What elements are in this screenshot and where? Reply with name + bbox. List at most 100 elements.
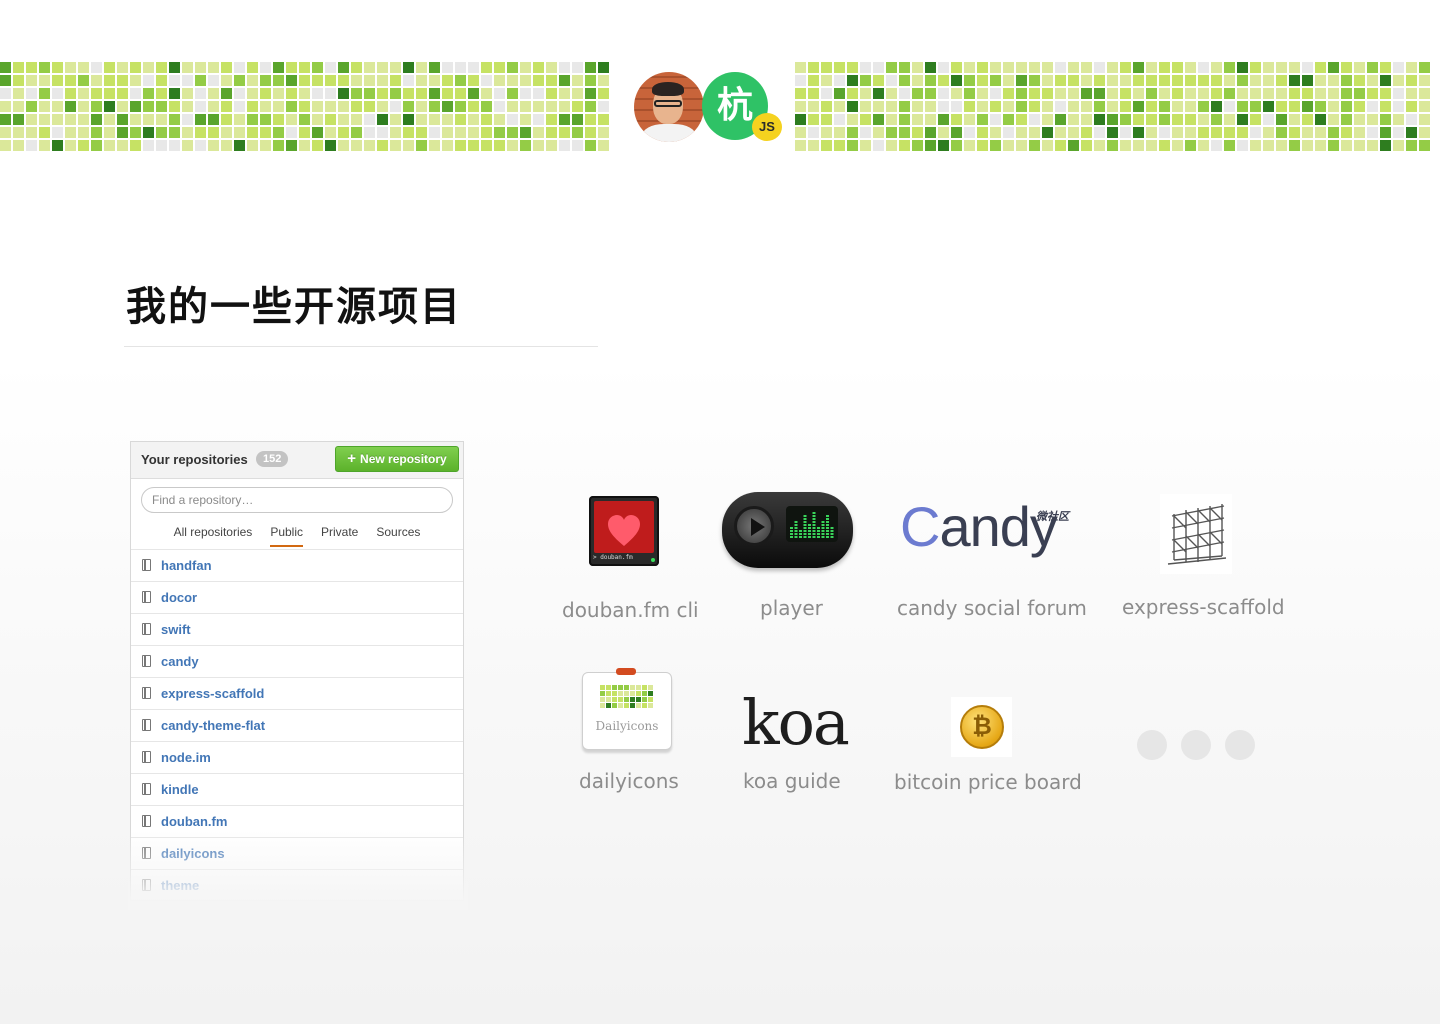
contribution-cell bbox=[208, 101, 219, 112]
equalizer-bar-segment bbox=[794, 530, 798, 532]
candy-logo-icon[interactable]: Candy 微社区 bbox=[900, 495, 1075, 570]
contribution-cell bbox=[1263, 88, 1274, 99]
contribution-cell bbox=[377, 62, 388, 73]
contribution-cell bbox=[273, 75, 284, 86]
contribution-cell bbox=[1406, 75, 1417, 86]
contribution-cell bbox=[286, 127, 297, 138]
project-label-bitcoin[interactable]: bitcoin price board bbox=[894, 770, 1082, 794]
douban-fm-cli-icon[interactable]: > douban.fm bbox=[589, 496, 659, 566]
more-dot-2[interactable] bbox=[1181, 730, 1211, 760]
contribution-cell bbox=[559, 114, 570, 125]
dailyicons-icon[interactable]: Dailyicons bbox=[582, 668, 672, 750]
repository-row[interactable]: docor bbox=[131, 581, 463, 613]
contribution-cell bbox=[1185, 75, 1196, 86]
contribution-cell bbox=[1328, 75, 1339, 86]
dailyicons-card: Dailyicons bbox=[582, 672, 672, 750]
contribution-cell bbox=[13, 140, 24, 151]
project-label-koa[interactable]: koa guide bbox=[743, 769, 841, 793]
repository-name-link[interactable]: swift bbox=[161, 622, 191, 637]
repository-name-link[interactable]: handfan bbox=[161, 558, 212, 573]
tab-private[interactable]: Private bbox=[312, 524, 367, 546]
contribution-cell bbox=[117, 88, 128, 99]
contribution-cell bbox=[1393, 75, 1404, 86]
dailyicons-cell bbox=[636, 703, 641, 708]
dailyicons-tab bbox=[616, 668, 636, 675]
contribution-cell bbox=[429, 88, 440, 99]
repository-row[interactable]: node.im bbox=[131, 741, 463, 773]
contribution-cell bbox=[964, 127, 975, 138]
contribution-cell bbox=[1068, 75, 1079, 86]
contribution-cell bbox=[65, 140, 76, 151]
equalizer-bar-segment bbox=[803, 527, 807, 529]
contribution-cell bbox=[260, 75, 271, 86]
repository-row[interactable]: express-scaffold bbox=[131, 677, 463, 709]
project-label-candy[interactable]: candy social forum bbox=[897, 596, 1087, 620]
contribution-cell bbox=[990, 62, 1001, 73]
dailyicons-cell bbox=[600, 685, 605, 690]
repository-row[interactable]: candy-theme-flat bbox=[131, 709, 463, 741]
dailyicons-cell bbox=[606, 691, 611, 696]
contribution-cell bbox=[533, 114, 544, 125]
contribution-cell bbox=[221, 140, 232, 151]
contribution-cell bbox=[351, 114, 362, 125]
more-dot-3[interactable] bbox=[1225, 730, 1255, 760]
contribution-cell bbox=[195, 62, 206, 73]
contribution-cell bbox=[951, 140, 962, 151]
contribution-cell bbox=[925, 101, 936, 112]
contribution-cell bbox=[351, 62, 362, 73]
contribution-cell bbox=[1107, 75, 1118, 86]
dailyicons-cell bbox=[648, 697, 653, 702]
player-icon[interactable] bbox=[722, 492, 853, 568]
contribution-cell bbox=[247, 127, 258, 138]
contribution-cell bbox=[1198, 114, 1209, 125]
contribution-cell bbox=[1289, 140, 1300, 151]
author-avatar-photo bbox=[634, 72, 704, 142]
project-label-dailyicons[interactable]: dailyicons bbox=[579, 769, 679, 793]
repository-name-link[interactable]: kindle bbox=[161, 782, 199, 797]
contribution-cell bbox=[312, 88, 323, 99]
contribution-cell bbox=[520, 140, 531, 151]
repository-row[interactable]: handfan bbox=[131, 549, 463, 581]
contribution-cell bbox=[1133, 114, 1144, 125]
repository-name-link[interactable]: node.im bbox=[161, 750, 211, 765]
contribution-cell bbox=[1276, 114, 1287, 125]
new-repository-button[interactable]: + New repository bbox=[335, 446, 459, 472]
contribution-cell bbox=[1159, 88, 1170, 99]
contribution-cell bbox=[533, 140, 544, 151]
equalizer-bar-segment bbox=[826, 530, 829, 532]
repository-name-link[interactable]: candy bbox=[161, 654, 199, 669]
repository-name-link[interactable]: candy-theme-flat bbox=[161, 718, 265, 733]
contribution-cell bbox=[1406, 62, 1417, 73]
tab-sources[interactable]: Sources bbox=[367, 524, 429, 546]
contribution-cell bbox=[156, 88, 167, 99]
contribution-cell bbox=[234, 75, 245, 86]
contribution-cell bbox=[390, 88, 401, 99]
contribution-cell bbox=[1029, 140, 1040, 151]
contribution-cell bbox=[873, 62, 884, 73]
tab-all-repositories[interactable]: All repositories bbox=[165, 524, 262, 546]
koa-logo-icon[interactable]: koa bbox=[742, 688, 850, 758]
equalizer-bar-segment bbox=[830, 536, 834, 538]
repository-row[interactable]: kindle bbox=[131, 773, 463, 805]
repository-name-link[interactable]: docor bbox=[161, 590, 197, 605]
repository-name-link[interactable]: express-scaffold bbox=[161, 686, 264, 701]
more-dot-1[interactable] bbox=[1137, 730, 1167, 760]
project-label-express-scaffold[interactable]: express-scaffold bbox=[1122, 595, 1285, 619]
tab-public[interactable]: Public bbox=[261, 524, 312, 547]
project-label-player[interactable]: player bbox=[760, 596, 823, 620]
contribution-cell bbox=[169, 127, 180, 138]
repository-row[interactable]: candy bbox=[131, 645, 463, 677]
repository-name-link[interactable]: douban.fm bbox=[161, 814, 227, 829]
contribution-cell bbox=[795, 127, 806, 138]
repositories-heading: Your repositories bbox=[141, 452, 248, 467]
contribution-cell bbox=[364, 101, 375, 112]
find-repository-input[interactable] bbox=[141, 487, 453, 513]
contribution-cell bbox=[91, 114, 102, 125]
dailyicons-cell bbox=[630, 691, 635, 696]
contribution-cell bbox=[1315, 62, 1326, 73]
contribution-cell bbox=[1055, 62, 1066, 73]
bitcoin-icon[interactable]: ₿ bbox=[951, 697, 1012, 757]
repository-row[interactable]: swift bbox=[131, 613, 463, 645]
scaffold-icon[interactable] bbox=[1160, 494, 1232, 574]
project-label-douban-cli[interactable]: douban.fm cli bbox=[562, 598, 699, 622]
